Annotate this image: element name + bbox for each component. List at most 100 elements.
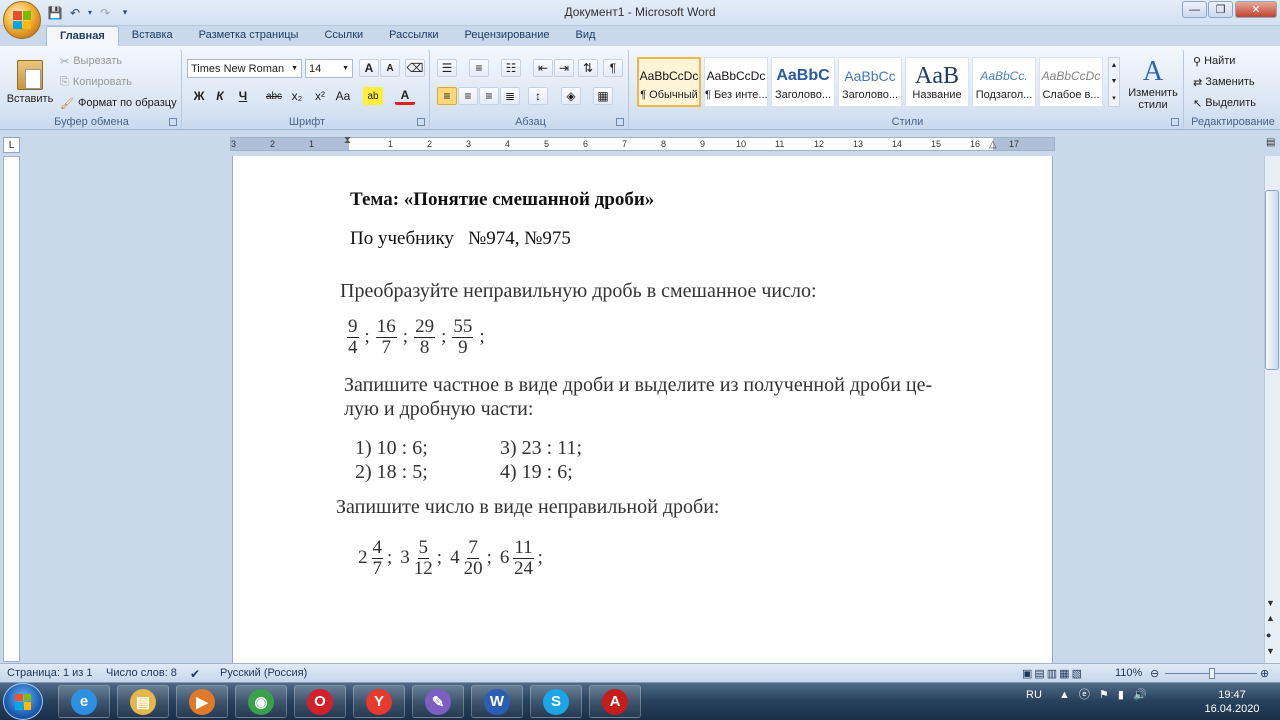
bold-button[interactable]: Ж [189, 87, 209, 105]
tab-page-layout[interactable]: Разметка страницы [186, 26, 312, 47]
language-indicator-tray[interactable]: RU [1026, 689, 1042, 701]
tab-home[interactable]: Главная [46, 26, 119, 47]
volume-icon[interactable]: 🔊 [1133, 689, 1147, 701]
styles-scroll[interactable]: ▲ ▼ ▾ [1108, 57, 1120, 107]
flag-icon[interactable]: ⚑ [1099, 689, 1109, 701]
taskbar-pdf-button[interactable]: A [589, 685, 641, 718]
italic-button[interactable]: К [210, 87, 230, 105]
shrink-font-button[interactable]: A [380, 59, 400, 77]
paste-button[interactable]: Вставить [6, 51, 54, 113]
tab-references[interactable]: Ссылки [311, 26, 376, 47]
tray-app-icon[interactable]: ⓔ [1079, 689, 1090, 701]
change-case-button[interactable]: Aa [333, 87, 353, 105]
close-button[interactable]: ✕ [1235, 1, 1277, 18]
clock[interactable]: 19:47 16.04.2020 [1192, 688, 1272, 716]
scrollbar-thumb[interactable] [1265, 190, 1279, 370]
justify-button[interactable]: ≣ [500, 87, 520, 105]
taskbar-skype-button[interactable]: S [530, 685, 582, 718]
taskbar-yandex-button[interactable]: Y [353, 685, 405, 718]
taskbar-notes-button[interactable]: ✎ [412, 685, 464, 718]
find-button[interactable]: ⚲ Найти [1193, 55, 1235, 68]
underline-button[interactable]: Ч [233, 87, 253, 105]
tab-mailings[interactable]: Рассылки [376, 26, 451, 47]
next-page-icon[interactable]: ▼ [1266, 646, 1275, 656]
style-title[interactable]: AaB Название [905, 57, 969, 107]
style-normal[interactable]: AaBbCcDc ¶ Обычный [637, 57, 701, 107]
taskbar-media-button[interactable]: ▶ [176, 685, 228, 718]
copy-button[interactable]: ⎘ Копировать [60, 76, 132, 89]
tab-insert[interactable]: Вставка [119, 26, 186, 47]
taskbar-explorer-button[interactable]: ▤ [117, 685, 169, 718]
page-count[interactable]: Страница: 1 из 1 [7, 667, 93, 679]
view-ruler-icon[interactable]: ▤ [1266, 137, 1279, 151]
styles-launcher-icon[interactable] [1171, 118, 1179, 126]
style-heading1[interactable]: AaBbC Заголово... [771, 57, 835, 107]
strikethrough-button[interactable]: abc [264, 87, 284, 105]
view-buttons[interactable]: ▣▤▥▦▧ [1022, 667, 1084, 680]
change-styles-button[interactable]: A Изменить стили [1126, 53, 1180, 115]
font-size-combo[interactable]: 14 ▼ [305, 59, 353, 78]
taskbar-opera-button[interactable]: O [294, 685, 346, 718]
scroll-down-icon[interactable]: ▼ [1266, 598, 1275, 608]
browse-object-icon[interactable]: ● [1266, 630, 1271, 640]
font-color-button[interactable]: A [395, 87, 415, 105]
borders-button[interactable]: ▦ [593, 87, 613, 105]
sort-button[interactable]: ⇅ [578, 59, 598, 77]
tab-review[interactable]: Рецензирование [452, 26, 563, 47]
numbering-button[interactable]: ≡ [469, 59, 489, 77]
vertical-ruler[interactable] [3, 156, 20, 662]
clipboard-launcher-icon[interactable] [169, 118, 177, 126]
style-no-spacing[interactable]: AaBbCcDc ¶ Без инте... [704, 57, 768, 107]
grow-font-button[interactable]: A [359, 59, 379, 77]
textbook-line: По учебнику №974, №975 [350, 228, 571, 249]
decrease-indent-button[interactable]: ⇤ [533, 59, 553, 77]
network-icon[interactable]: ▮ [1118, 689, 1124, 701]
right-indent-marker-icon[interactable]: △ [989, 139, 997, 150]
font-launcher-icon[interactable] [417, 118, 425, 126]
restore-button[interactable]: ❐ [1208, 1, 1233, 18]
cut-button[interactable]: ✂ Вырезать [60, 55, 122, 68]
paragraph-launcher-icon[interactable] [616, 118, 624, 126]
language-indicator[interactable]: Русский (Россия) [220, 667, 307, 679]
show-marks-button[interactable]: ¶ [603, 59, 623, 77]
clear-formatting-button[interactable]: ⌫ [405, 59, 425, 77]
shading-button[interactable]: ◈ [561, 87, 581, 105]
select-button[interactable]: ↖ Выделить [1193, 97, 1256, 110]
minimize-button[interactable]: — [1182, 1, 1207, 18]
chevron-down-icon: ▼ [1110, 77, 1118, 85]
superscript-button[interactable]: x² [310, 87, 330, 105]
zoom-in-icon[interactable]: ⊕ [1260, 667, 1269, 680]
highlight-button[interactable]: ab [363, 87, 383, 105]
zoom-out-icon[interactable]: ⊖ [1150, 667, 1159, 680]
indent-marker-icon[interactable]: ⧗ [344, 135, 351, 146]
tab-selector-button[interactable]: L [3, 137, 20, 153]
taskbar-ie-button[interactable]: e [58, 685, 110, 718]
zoom-level[interactable]: 110% [1115, 667, 1142, 679]
format-painter-button[interactable]: 🖌 Формат по образцу [60, 97, 177, 110]
align-right-button[interactable]: ≡ [479, 87, 499, 105]
tab-view[interactable]: Вид [563, 26, 609, 47]
bullets-button[interactable]: ☰ [437, 59, 457, 77]
multilevel-list-button[interactable]: ☷ [501, 59, 521, 77]
align-left-button[interactable]: ≡ [437, 87, 457, 105]
style-subtitle[interactable]: AaBbCc. Подзагол... [972, 57, 1036, 107]
tray-arrow-icon[interactable]: ▲ [1059, 689, 1070, 701]
line-spacing-button[interactable]: ↕ [528, 87, 548, 105]
proofing-icon[interactable]: ✔ [190, 667, 200, 681]
taskbar-chrome-button[interactable]: ◉ [235, 685, 287, 718]
start-button[interactable] [3, 683, 43, 720]
style-subtle-emphasis[interactable]: AaBbCcDc Слабое в... [1039, 57, 1103, 107]
office-button[interactable] [3, 1, 41, 39]
font-name-combo[interactable]: Times New Roman ▼ [187, 59, 302, 78]
document-page[interactable]: Тема: «Понятие смешанной дроби» По учебн… [232, 156, 1053, 664]
increase-indent-button[interactable]: ⇥ [554, 59, 574, 77]
prev-page-icon[interactable]: ▲ [1266, 613, 1275, 623]
style-heading2[interactable]: AaBbCc Заголово... [838, 57, 902, 107]
align-center-button[interactable]: ≡ [458, 87, 478, 105]
replace-button[interactable]: ⇄ Заменить [1193, 76, 1255, 89]
zoom-slider-thumb[interactable] [1209, 668, 1215, 679]
horizontal-ruler[interactable]: 3 2 1 1 2 3 4 5 6 7 8 9 10 11 12 13 14 1… [230, 137, 1055, 151]
taskbar-word-button[interactable]: W [471, 685, 523, 718]
subscript-button[interactable]: x₂ [287, 87, 307, 105]
word-count[interactable]: Число слов: 8 [106, 667, 177, 679]
